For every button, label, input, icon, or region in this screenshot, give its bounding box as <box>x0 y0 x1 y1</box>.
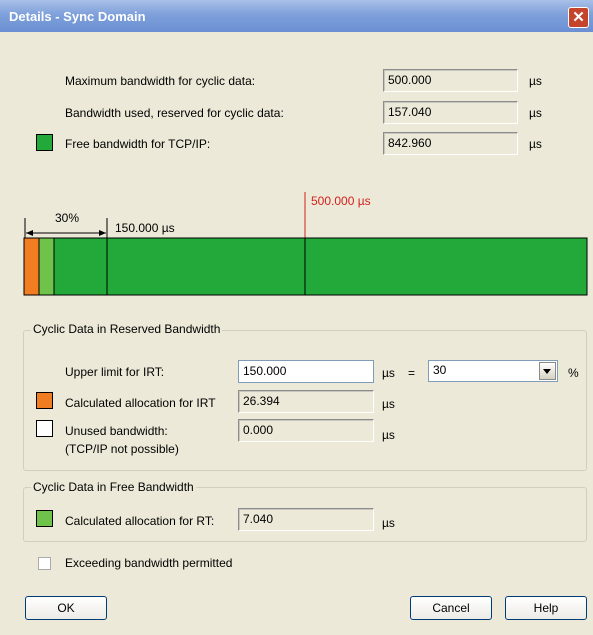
free-bandwidth-field: 842.960 <box>383 132 518 155</box>
free-bandwidth-swatch <box>36 134 53 151</box>
used-bandwidth-field: 157.040 <box>383 101 518 124</box>
irt-allocation-field: 26.394 <box>238 390 374 413</box>
unused-bandwidth-field: 0.000 <box>238 419 374 442</box>
rt-swatch <box>36 510 53 527</box>
exceed-checkbox[interactable] <box>38 557 51 570</box>
close-button[interactable]: ✕ <box>568 7 589 28</box>
free-bandwidth-unit: µs <box>529 137 542 151</box>
cancel-button[interactable]: Cancel <box>410 596 492 620</box>
rt-allocation-unit: µs <box>382 516 395 530</box>
rt-allocation-field: 7.040 <box>238 508 374 531</box>
exceed-label: Exceeding bandwidth permitted <box>65 556 233 570</box>
bandwidth-graphic <box>0 178 593 298</box>
max-bandwidth-field: 500.000 <box>383 69 518 92</box>
free-bandwidth-label: Free bandwidth for TCP/IP: <box>65 137 211 151</box>
max-bandwidth-unit: µs <box>529 74 542 88</box>
percent-select-value: 30 <box>433 363 447 377</box>
window-title: Details - Sync Domain <box>9 9 146 24</box>
chevron-down-icon <box>543 369 551 374</box>
irt-allocation-unit: µs <box>382 397 395 411</box>
reserved-group-legend: Cyclic Data in Reserved Bandwidth <box>31 322 223 336</box>
help-button[interactable]: Help <box>505 596 587 620</box>
unused-bandwidth-unit: µs <box>382 428 395 442</box>
percent-select[interactable]: 30 <box>428 360 558 382</box>
free-group-legend: Cyclic Data in Free Bandwidth <box>31 480 196 494</box>
max-bandwidth-label: Maximum bandwidth for cyclic data: <box>65 74 256 88</box>
irt-allocation-label: Calculated allocation for IRT <box>65 396 216 410</box>
upper-limit-label: Upper limit for IRT: <box>65 365 165 379</box>
used-bandwidth-label: Bandwidth used, reserved for cyclic data… <box>65 106 284 120</box>
percent-label: 30% <box>55 211 80 225</box>
upper-limit-input[interactable]: 150.000 <box>238 360 374 383</box>
bandwidth-bar-svg <box>23 192 588 296</box>
unused-bandwidth-label: Unused bandwidth: <box>65 424 168 438</box>
limit-label: 150.000 µs <box>115 221 175 235</box>
bar-rt-segment <box>39 238 54 295</box>
dropdown-button[interactable] <box>539 362 556 380</box>
upper-limit-unit: µs <box>382 366 395 380</box>
dim-arrow-right <box>99 230 106 236</box>
equals-sign: = <box>408 366 416 380</box>
unused-swatch <box>36 420 53 437</box>
percent-unit: % <box>568 366 579 380</box>
ok-button[interactable]: OK <box>25 596 107 620</box>
max-marker-label: 500.000 µs <box>311 194 371 208</box>
dim-arrow-left <box>26 230 33 236</box>
unused-bandwidth-note: (TCP/IP not possible) <box>65 442 179 456</box>
rt-allocation-label: Calculated allocation for RT: <box>65 514 215 528</box>
irt-swatch <box>36 392 53 409</box>
bar-irt-segment <box>24 238 39 295</box>
used-bandwidth-unit: µs <box>529 106 542 120</box>
